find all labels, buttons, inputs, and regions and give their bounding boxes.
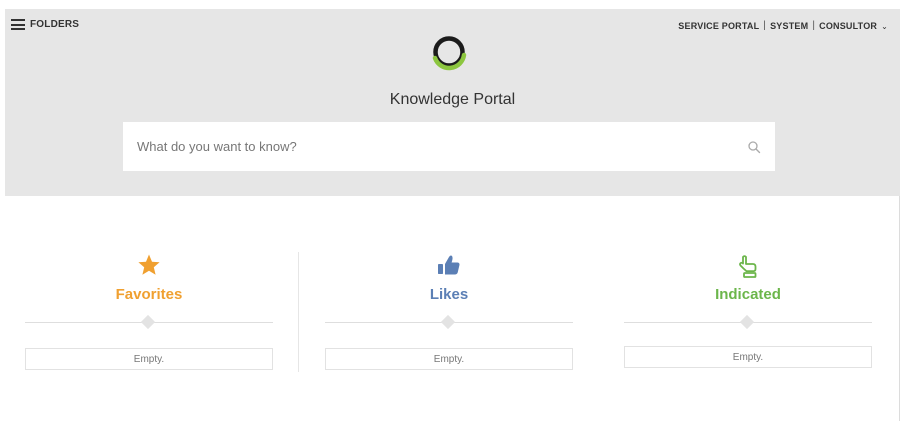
app-frame: FOLDERS SERVICE PORTAL | SYSTEM | CONSUL… xyxy=(5,9,900,421)
search-icon[interactable] xyxy=(747,140,761,154)
portal-logo xyxy=(432,36,467,71)
pointing-hand-icon xyxy=(739,255,757,278)
folders-menu-button[interactable]: FOLDERS xyxy=(11,19,79,30)
diamond-icon xyxy=(440,314,456,330)
diamond-icon xyxy=(739,314,755,330)
nav-separator: | xyxy=(763,20,767,31)
hamburger-icon xyxy=(11,19,25,30)
diamond-icon xyxy=(140,314,156,330)
favorites-section: Favorites Empty. xyxy=(25,196,273,396)
nav-consultor-label: CONSULTOR xyxy=(819,20,878,31)
likes-empty-message: Empty. xyxy=(325,348,573,370)
nav-separator: | xyxy=(812,20,816,31)
indicated-title: Indicated xyxy=(715,286,781,303)
favorites-empty-message: Empty. xyxy=(25,348,273,370)
favorites-title: Favorites xyxy=(115,286,183,303)
indicated-empty-message: Empty. xyxy=(624,346,872,368)
nav-service-portal[interactable]: SERVICE PORTAL xyxy=(678,21,759,31)
column-separator xyxy=(298,252,299,372)
page-title: Knowledge Portal xyxy=(389,91,516,108)
top-navigation: SERVICE PORTAL | SYSTEM | CONSULTOR ⌄ xyxy=(678,20,888,31)
thumbs-up-icon xyxy=(438,255,460,275)
star-icon xyxy=(138,254,160,275)
likes-title: Likes xyxy=(429,286,469,303)
likes-section: Likes Empty. xyxy=(325,196,573,396)
portal-header: FOLDERS SERVICE PORTAL | SYSTEM | CONSUL… xyxy=(5,9,900,196)
folders-label: FOLDERS xyxy=(30,19,80,30)
search-bar xyxy=(123,122,775,171)
search-input[interactable] xyxy=(137,139,747,154)
indicated-section: Indicated Empty. xyxy=(624,196,872,396)
nav-consultor-dropdown[interactable]: CONSULTOR ⌄ xyxy=(819,21,888,31)
nav-system[interactable]: SYSTEM xyxy=(770,21,808,31)
chevron-down-icon: ⌄ xyxy=(881,21,888,31)
